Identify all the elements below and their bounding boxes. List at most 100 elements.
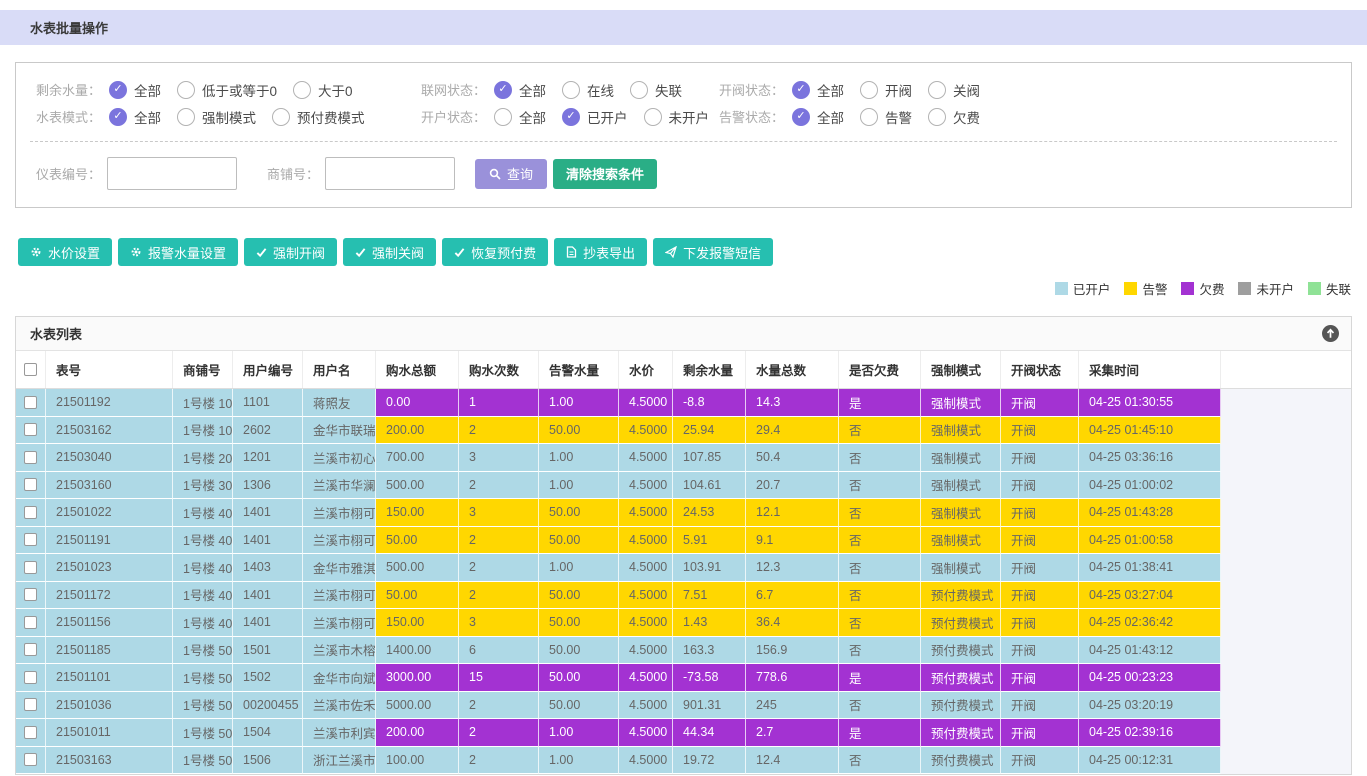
cell-水价: 4.5000 bbox=[619, 417, 673, 445]
radio-option-全部[interactable]: 全部 bbox=[109, 80, 161, 100]
radio-label: 未开户 bbox=[669, 107, 710, 127]
cell-强制模式: 预付费模式 bbox=[921, 719, 1001, 747]
radio-icon[interactable] bbox=[860, 81, 878, 99]
radio-icon[interactable] bbox=[494, 81, 512, 99]
row-checkbox[interactable] bbox=[24, 753, 37, 766]
radio-icon[interactable] bbox=[630, 81, 648, 99]
radio-option-关阀[interactable]: 关阀 bbox=[928, 80, 980, 100]
cell-表号: 21503162 bbox=[46, 417, 173, 445]
radio-option-在线[interactable]: 在线 bbox=[562, 80, 614, 100]
batch-action-buttons: 水价设置报警水量设置强制开阀强制关阀 恢复预付费抄表导出下发报警短信 bbox=[18, 238, 1367, 266]
radio-option-强制模式[interactable]: 强制模式 bbox=[177, 107, 256, 127]
radio-option-预付费模式[interactable]: 预付费模式 bbox=[272, 107, 365, 127]
row-checkbox[interactable] bbox=[24, 698, 37, 711]
cell-剩余水量: -8.8 bbox=[673, 389, 746, 417]
cell-剩余水量: 25.94 bbox=[673, 417, 746, 445]
radio-option-欠费[interactable]: 欠费 bbox=[928, 107, 980, 127]
scroll-top-icon[interactable] bbox=[1322, 325, 1339, 342]
radio-icon[interactable] bbox=[293, 81, 311, 99]
row-checkbox[interactable] bbox=[24, 478, 37, 491]
radio-label: 全部 bbox=[134, 80, 161, 100]
shop-no-input[interactable] bbox=[325, 157, 455, 190]
radio-icon[interactable] bbox=[792, 108, 810, 126]
action-button-强制开阀[interactable]: 强制开阀 bbox=[244, 238, 337, 266]
radio-option-全部[interactable]: 全部 bbox=[109, 107, 161, 127]
cell-表号: 21501036 bbox=[46, 692, 173, 720]
radio-option-未开户[interactable]: 未开户 bbox=[644, 107, 710, 127]
search-icon bbox=[489, 168, 501, 180]
check-icon bbox=[256, 247, 267, 258]
legend-item-告警: 告警 bbox=[1124, 279, 1167, 298]
radio-icon[interactable] bbox=[860, 108, 878, 126]
action-button-强制关阀[interactable]: 强制关阀 bbox=[343, 238, 436, 266]
column-header-水量总数: 水量总数 bbox=[746, 351, 839, 388]
radio-option-全部[interactable]: 全部 bbox=[792, 80, 844, 100]
action-button-下发报警短信[interactable]: 下发报警短信 bbox=[653, 238, 773, 266]
row-checkbox[interactable] bbox=[24, 451, 37, 464]
action-button-水价设置[interactable]: 水价设置 bbox=[18, 238, 112, 266]
clear-search-button[interactable]: 清除搜索条件 bbox=[553, 159, 657, 189]
table-row: 215011911号楼 4021401兰溪市栩可锐50.00250.004.50… bbox=[16, 527, 1351, 555]
radio-option-已开户[interactable]: 已开户 bbox=[562, 107, 628, 127]
row-checkbox[interactable] bbox=[24, 533, 37, 546]
row-checkbox[interactable] bbox=[24, 423, 37, 436]
cell-商铺号: 1号楼 403 bbox=[173, 554, 233, 582]
cell-水价: 4.5000 bbox=[619, 609, 673, 637]
page-header: 水表批量操作 bbox=[0, 10, 1367, 45]
radio-option-告警[interactable]: 告警 bbox=[860, 107, 912, 127]
radio-icon[interactable] bbox=[494, 108, 512, 126]
cell-是否欠费: 否 bbox=[839, 417, 921, 445]
action-button-抄表导出[interactable]: 抄表导出 bbox=[554, 238, 647, 266]
row-checkbox[interactable] bbox=[24, 396, 37, 409]
radio-icon[interactable] bbox=[928, 81, 946, 99]
radio-option-失联[interactable]: 失联 bbox=[630, 80, 682, 100]
row-checkbox[interactable] bbox=[24, 726, 37, 739]
radio-icon[interactable] bbox=[109, 108, 127, 126]
cell-商铺号: 1号楼 101 bbox=[173, 389, 233, 417]
radio-icon[interactable] bbox=[272, 108, 290, 126]
radio-icon[interactable] bbox=[562, 81, 580, 99]
select-all-checkbox[interactable] bbox=[24, 363, 37, 376]
radio-option-全部[interactable]: 全部 bbox=[494, 107, 546, 127]
table-row: 215011921号楼 1011101蒋照友0.0011.004.5000-8.… bbox=[16, 389, 1351, 417]
radio-option-低于或等于0[interactable]: 低于或等于0 bbox=[177, 80, 277, 100]
cell-用户编号: 1101 bbox=[233, 389, 303, 417]
radio-icon[interactable] bbox=[562, 108, 580, 126]
cell-用户名: 金华市向斌工 bbox=[303, 664, 376, 692]
row-checkbox[interactable] bbox=[24, 506, 37, 519]
radio-icon[interactable] bbox=[644, 108, 662, 126]
radio-icon[interactable] bbox=[928, 108, 946, 126]
cell-表号: 21501156 bbox=[46, 609, 173, 637]
radio-icon[interactable] bbox=[109, 81, 127, 99]
filter-group-label: 开阀状态： bbox=[719, 80, 784, 99]
action-button-报警水量设置[interactable]: 报警水量设置 bbox=[118, 238, 238, 266]
action-button-label: 恢复预付费 bbox=[471, 243, 536, 262]
filter-group-remaining-water: 剩余水量：全部低于或等于0大于0 bbox=[36, 76, 421, 103]
cell-水价: 4.5000 bbox=[619, 554, 673, 582]
radio-option-全部[interactable]: 全部 bbox=[494, 80, 546, 100]
radio-option-大于0[interactable]: 大于0 bbox=[293, 80, 353, 100]
cell-用户名: 兰溪市栩可锐 bbox=[303, 499, 376, 527]
cell-商铺号: 1号楼 502 bbox=[173, 664, 233, 692]
query-button[interactable]: 查询 bbox=[475, 159, 547, 189]
radio-option-开阀[interactable]: 开阀 bbox=[860, 80, 912, 100]
row-checkbox[interactable] bbox=[24, 643, 37, 656]
radio-icon[interactable] bbox=[177, 108, 195, 126]
row-checkbox[interactable] bbox=[24, 671, 37, 684]
radio-label: 低于或等于0 bbox=[202, 80, 277, 100]
table-row: 215031631号楼 5061506浙江兰溪市汇100.0021.004.50… bbox=[16, 747, 1351, 775]
check-icon bbox=[454, 247, 465, 258]
row-checkbox[interactable] bbox=[24, 561, 37, 574]
cell-用户名: 兰溪市栩可锐 bbox=[303, 527, 376, 555]
radio-icon[interactable] bbox=[177, 81, 195, 99]
radio-icon[interactable] bbox=[792, 81, 810, 99]
cell-告警水量: 50.00 bbox=[539, 417, 619, 445]
row-checkbox[interactable] bbox=[24, 616, 37, 629]
meter-no-input[interactable] bbox=[107, 157, 237, 190]
table-row: 215011851号楼 5011501兰溪市木榕翔1400.00650.004.… bbox=[16, 637, 1351, 665]
table-row: 215010361号楼 50300200455兰溪市佐禾饮5000.00250.… bbox=[16, 692, 1351, 720]
radio-option-全部[interactable]: 全部 bbox=[792, 107, 844, 127]
action-button-恢复预付费[interactable]: 恢复预付费 bbox=[442, 238, 548, 266]
cell-水量总数: 36.4 bbox=[746, 609, 839, 637]
row-checkbox[interactable] bbox=[24, 588, 37, 601]
